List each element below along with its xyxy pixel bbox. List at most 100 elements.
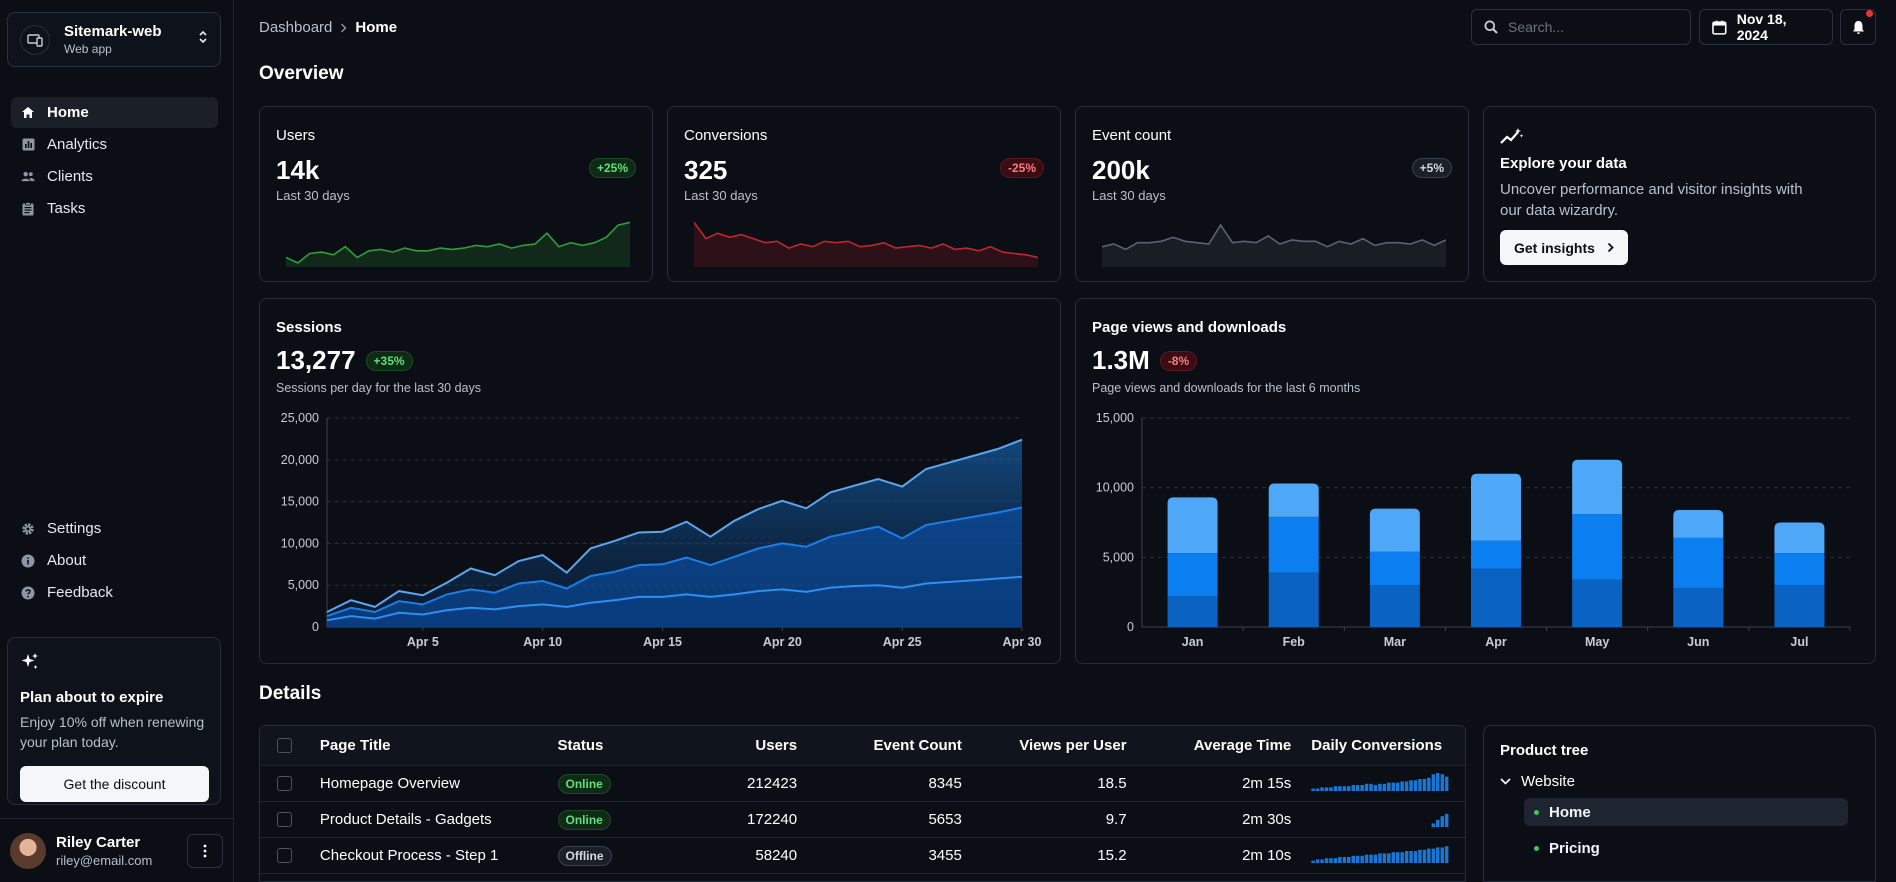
nav-item-analytics[interactable]: Analytics <box>11 129 218 160</box>
nav-item-tasks[interactable]: Tasks <box>11 193 218 224</box>
x-tick-label: Jul <box>1790 635 1808 649</box>
mini-bar <box>1316 858 1320 863</box>
mini-bar <box>1396 851 1400 863</box>
mini-bar <box>1365 783 1369 791</box>
users-sparkline <box>286 221 630 267</box>
x-tick-label: Mar <box>1384 635 1406 649</box>
nav-item-settings[interactable]: Settings <box>11 513 218 544</box>
mini-bar <box>1391 851 1396 863</box>
x-tick-label: Jun <box>1687 635 1709 649</box>
daily-conversions-minichart <box>1311 772 1449 791</box>
tree-node-home[interactable]: Home <box>1524 798 1848 826</box>
info-icon <box>21 554 35 568</box>
date-picker-button[interactable]: Nov 18, 2024 <box>1699 9 1833 45</box>
search-box[interactable] <box>1471 9 1691 45</box>
col-status[interactable]: Status <box>558 737 668 754</box>
select-all-cell <box>260 738 310 753</box>
chevron-right-icon <box>341 23 347 32</box>
mini-bar <box>1391 782 1396 791</box>
event-count-sparkline <box>1102 223 1446 267</box>
mini-bar <box>1414 850 1418 863</box>
row-checkbox[interactable] <box>277 812 293 827</box>
details-heading: Details <box>259 683 322 704</box>
col-average-time[interactable]: Average Time <box>1127 737 1292 754</box>
mini-bar <box>1431 773 1436 791</box>
cell-status: Offline <box>557 845 668 866</box>
calendar-icon <box>1712 20 1727 35</box>
get-discount-button[interactable]: Get the discount <box>20 766 209 802</box>
cell-event-count: 5653 <box>928 811 962 828</box>
mini-bar <box>1405 850 1409 863</box>
mini-bar <box>1440 846 1445 863</box>
secondary-nav: Settings About Feedback <box>11 513 218 609</box>
tree-node-label: Pricing <box>1549 839 1600 857</box>
col-views-per-user[interactable]: Views per User <box>962 737 1126 754</box>
nav-item-clients[interactable]: Clients <box>11 161 218 192</box>
product-tree-title: Product tree <box>1500 742 1589 759</box>
status-badge: Online <box>557 809 611 830</box>
tree-node-pricing[interactable]: Pricing <box>1524 834 1848 862</box>
mini-bar <box>1356 855 1360 863</box>
stat-title: Event count <box>1092 127 1172 144</box>
y-tick-label: 15,000 <box>1096 411 1134 425</box>
nav-item-feedback[interactable]: Feedback <box>11 577 218 608</box>
mini-bar <box>1422 778 1427 791</box>
y-tick-label: 10,000 <box>281 536 319 550</box>
table-row[interactable]: Checkout Process - Step 1 Offline 58240 … <box>260 838 1465 874</box>
trend-chip: -25% <box>999 158 1044 178</box>
mini-bar <box>1440 773 1445 791</box>
nav-item-about[interactable]: About <box>11 545 218 576</box>
mini-bar <box>1422 849 1427 863</box>
mini-bar <box>1440 815 1445 827</box>
site-selector[interactable]: Sitemark-web Web app <box>7 12 221 67</box>
bar-segment <box>1471 568 1521 627</box>
bar-segment <box>1572 514 1623 580</box>
col-daily-conversions[interactable]: Daily Conversions <box>1291 737 1465 754</box>
search-input[interactable] <box>1508 19 1668 35</box>
mini-bar <box>1409 850 1414 863</box>
y-tick-label: 10,000 <box>1096 481 1134 495</box>
bar-segment <box>1572 579 1623 627</box>
row-checkbox[interactable] <box>277 776 293 791</box>
mini-bar <box>1338 856 1342 863</box>
nav-label: About <box>47 552 87 569</box>
site-name: Sitemark-web <box>64 23 162 40</box>
bar-segment <box>1369 585 1420 627</box>
col-page-title[interactable]: Page Title <box>310 737 558 754</box>
site-subtitle: Web app <box>64 42 112 56</box>
trend-chip: +25% <box>588 158 636 178</box>
get-insights-button[interactable]: Get insights <box>1500 230 1628 265</box>
mini-bar <box>1360 855 1365 863</box>
mini-bar <box>1400 851 1405 863</box>
mini-bar <box>1360 784 1365 791</box>
nav-label: Settings <box>47 520 102 537</box>
bar-segment <box>1268 483 1319 517</box>
select-all-checkbox[interactable] <box>277 738 293 753</box>
col-event-count[interactable]: Event Count <box>797 737 961 754</box>
more-options-button[interactable] <box>187 833 223 868</box>
stat-subtitle: Last 30 days <box>1092 188 1166 203</box>
breadcrumb-dashboard[interactable]: Dashboard <box>259 19 332 36</box>
user-email: riley@email.com <box>56 852 153 868</box>
mini-bar <box>1369 783 1374 791</box>
y-tick-label: 0 <box>1127 620 1134 634</box>
mini-bar <box>1427 777 1431 791</box>
unfold-icon <box>198 29 208 50</box>
cell-daily-conversions <box>1291 772 1465 795</box>
status-badge: Offline <box>557 845 612 866</box>
bell-icon <box>1852 20 1864 34</box>
sidebar: Sitemark-web Web app Home Analytics Clie… <box>0 0 234 882</box>
tree-node-website[interactable]: Website <box>1500 773 1859 790</box>
mini-bar <box>1445 845 1449 863</box>
notifications-button[interactable] <box>1840 9 1876 45</box>
row-checkbox[interactable] <box>277 848 293 863</box>
col-users[interactable]: Users <box>667 737 797 754</box>
mini-bar <box>1316 788 1320 791</box>
nav-item-home[interactable]: Home <box>11 97 218 128</box>
bar-segment <box>1167 553 1218 597</box>
mini-bar <box>1333 785 1338 791</box>
cell-users: 172240 <box>747 811 798 828</box>
table-row[interactable]: Homepage Overview Online 212423 8345 18.… <box>260 766 1465 802</box>
status-dot <box>1534 845 1539 851</box>
table-row[interactable]: Product Details - Gadgets Online 172240 … <box>260 802 1465 838</box>
